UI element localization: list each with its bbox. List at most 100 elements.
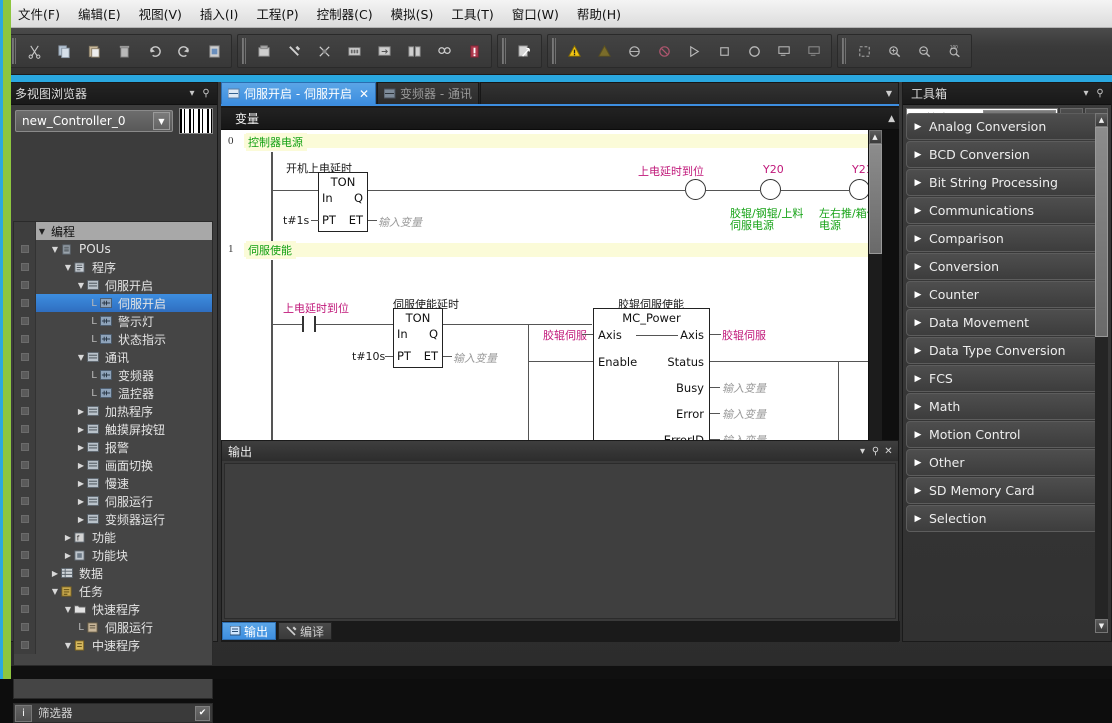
rung0-coil1[interactable] xyxy=(760,179,781,200)
run-icon[interactable] xyxy=(679,36,709,66)
tree-node-body[interactable]: ▶ 变频器运行 xyxy=(36,510,212,528)
rung1-pt-value[interactable]: t#10s xyxy=(352,350,385,363)
rung-comment[interactable]: 伺服使能 xyxy=(246,241,296,259)
chevron-down-icon[interactable]: ▾ xyxy=(1079,88,1093,99)
rung0-pt-value[interactable]: t#1s xyxy=(283,214,309,227)
ladder-canvas[interactable]: 0 控制器电源 开机上电延时 TON In Q PT ET t#1s 输入变量 … xyxy=(221,130,882,488)
zoom-100-icon[interactable]: 100 xyxy=(939,36,969,66)
tab-inverter-comm[interactable]: 变频器 - 通讯 xyxy=(377,82,479,104)
rung0-coil1-note[interactable]: 胶辊/钢辊/上料 伺服电源 xyxy=(730,208,803,232)
pin-icon[interactable]: ⚲ xyxy=(199,88,213,99)
chevron-right-icon[interactable]: ▶ xyxy=(75,515,87,524)
toolbox-scroll-thumb[interactable] xyxy=(1095,127,1108,337)
paste-icon[interactable] xyxy=(79,36,109,66)
rung0-coil1-label[interactable]: Y20 xyxy=(763,163,784,176)
zoom-out-icon[interactable] xyxy=(909,36,939,66)
tab-overflow-area[interactable]: ▼ xyxy=(480,82,899,104)
tree-node[interactable]: ▼ 编程 xyxy=(14,222,212,240)
tree-node[interactable]: L 温控器 xyxy=(14,384,212,402)
toolbox-category-math[interactable]: ▶ Math xyxy=(906,393,1098,420)
tree-node-body[interactable]: ▼ 编程 xyxy=(36,222,212,240)
chevron-down-icon[interactable]: ▼ xyxy=(62,263,74,272)
cross-reference-icon[interactable] xyxy=(509,36,539,66)
chevron-down-icon[interactable]: ▼ xyxy=(49,587,61,596)
stop-icon[interactable] xyxy=(709,36,739,66)
chevron-right-icon[interactable]: ▶ xyxy=(75,479,87,488)
close-icon[interactable]: ✕ xyxy=(882,446,895,457)
tree-node[interactable]: ▶ 功能块 xyxy=(14,546,212,564)
toolbar-grip[interactable] xyxy=(12,38,17,64)
tree-node[interactable]: L 变频器 xyxy=(14,366,212,384)
tree-node-body[interactable]: ▼ 伺服开启 xyxy=(36,276,212,294)
tree-node-body[interactable]: L 伺服运行 xyxy=(36,618,212,636)
filter-row[interactable]: i 筛选器 ✔ xyxy=(13,703,213,723)
rung1-contact[interactable] xyxy=(302,316,316,332)
tree-node[interactable]: ▼ 程序 xyxy=(14,258,212,276)
error-icon[interactable] xyxy=(459,36,489,66)
scroll-up-icon[interactable]: ▲ xyxy=(868,130,882,144)
tree-node[interactable]: ▶ 伺服运行 xyxy=(14,492,212,510)
toolbar-grip[interactable] xyxy=(552,38,557,64)
tree-node-body[interactable]: ▶ 慢速 xyxy=(36,474,212,492)
rung1-contact-label[interactable]: 上电延时到位 xyxy=(283,300,349,316)
tree-node-body[interactable]: ▶ 数据 xyxy=(36,564,212,582)
copy-icon[interactable] xyxy=(49,36,79,66)
chevron-right-icon[interactable]: ▶ xyxy=(907,122,929,132)
chevron-down-icon[interactable]: ▾ xyxy=(185,88,199,99)
vscroll-thumb[interactable] xyxy=(868,144,882,254)
tree-node[interactable]: ▶ f 功能 xyxy=(14,528,212,546)
vscroll-track[interactable] xyxy=(868,144,882,474)
tree-node[interactable]: ▶ 画面切换 xyxy=(14,456,212,474)
scroll-down-icon[interactable]: ▼ xyxy=(1095,619,1108,633)
chevron-right-icon[interactable]: ▶ xyxy=(907,290,929,300)
tree-node[interactable]: L 状态指示 xyxy=(14,330,212,348)
output-tab-output[interactable]: 输出 xyxy=(222,622,277,640)
rung0-coil2[interactable] xyxy=(849,179,870,200)
rung1-ton-block[interactable]: TON In Q PT ET xyxy=(393,308,443,368)
menu-item-simulation[interactable]: 模拟(S) xyxy=(382,1,443,26)
toolbox-category-fcs[interactable]: ▶ FCS xyxy=(906,365,1098,392)
tree-node-body[interactable]: L 温控器 xyxy=(36,384,212,402)
output-log-area[interactable] xyxy=(224,463,896,619)
chevron-right-icon[interactable]: ▶ xyxy=(907,430,929,440)
menu-item-window[interactable]: 窗口(W) xyxy=(503,1,568,26)
filter-checkbox[interactable]: ✔ xyxy=(195,705,210,721)
tree-node[interactable]: ▶ 报警 xyxy=(14,438,212,456)
toolbar-grip[interactable] xyxy=(842,38,847,64)
online-icon[interactable] xyxy=(619,36,649,66)
tree-node-body[interactable]: ▶ 功能块 xyxy=(36,546,212,564)
chevron-right-icon[interactable]: ▶ xyxy=(49,569,61,578)
ladder-vscrollbar[interactable]: ▲ ▼ xyxy=(868,130,882,488)
toolbar-grip[interactable] xyxy=(502,38,507,64)
tree-node[interactable]: ▼ 通讯 xyxy=(14,348,212,366)
tree-node-body[interactable]: L 变频器 xyxy=(36,366,212,384)
menu-item-controller[interactable]: 控制器(C) xyxy=(308,1,382,26)
tree-node[interactable]: ▶ 加热程序 xyxy=(14,402,212,420)
chevron-right-icon[interactable]: ▶ xyxy=(907,458,929,468)
tree-node[interactable]: ▼ 中速程序 xyxy=(14,636,212,654)
chevron-down-icon[interactable]: ▼ xyxy=(886,89,892,98)
toolbox-category-data-type-conversion[interactable]: ▶ Data Type Conversion xyxy=(906,337,1098,364)
chevron-right-icon[interactable]: ▶ xyxy=(62,551,74,560)
menu-item-view[interactable]: 视图(V) xyxy=(130,1,191,26)
chevron-down-icon[interactable]: ▼ xyxy=(75,353,87,362)
toolbox-scroll-track[interactable] xyxy=(1095,127,1108,619)
warning-icon[interactable] xyxy=(559,36,589,66)
toolbox-category-conversion[interactable]: ▶ Conversion xyxy=(906,253,1098,280)
tree-node-body[interactable]: L 状态指示 xyxy=(36,330,212,348)
chevron-up-icon[interactable]: ▲ xyxy=(888,114,895,124)
properties-icon[interactable] xyxy=(199,36,229,66)
chevron-right-icon[interactable]: ▶ xyxy=(907,374,929,384)
rung0-ton-block[interactable]: TON In Q PT ET xyxy=(318,172,368,232)
toolbox-category-selection[interactable]: ▶ Selection xyxy=(906,505,1098,532)
chevron-right-icon[interactable]: ▶ xyxy=(75,443,87,452)
tree-node[interactable]: ▼ POUs xyxy=(14,240,212,258)
rung1-mc-axis-out-label[interactable]: 胶辊伺服 xyxy=(722,327,766,343)
tree-node[interactable]: L 伺服运行 xyxy=(14,618,212,636)
pin-icon[interactable]: ⚲ xyxy=(1093,88,1107,99)
rung0-coil0-label[interactable]: 上电延时到位 xyxy=(638,163,704,179)
chevron-down-icon[interactable]: ▼ xyxy=(75,281,87,290)
tree-node-body[interactable]: ▼ 任务 xyxy=(36,582,212,600)
rung1-et-value[interactable]: 输入变量 xyxy=(453,350,497,366)
rebuild-icon[interactable] xyxy=(309,36,339,66)
